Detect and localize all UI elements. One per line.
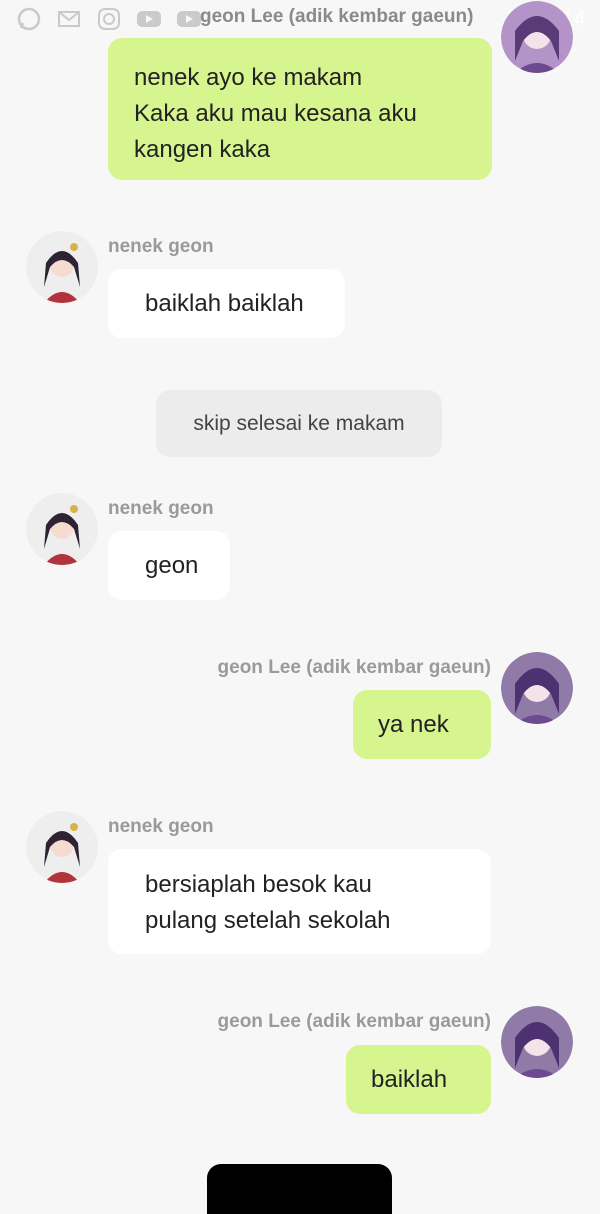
youtube-icon <box>176 6 202 32</box>
message-bubble[interactable]: nenek ayo ke makam Kaka aku mau kesana a… <box>108 38 492 180</box>
sender-name: geon Lee (adik kembar gaeun) <box>217 1011 491 1032</box>
message-line: baiklah baiklah <box>145 290 304 317</box>
message-line: nenek ayo ke makam <box>134 64 363 91</box>
bottom-action-button[interactable] <box>207 1164 392 1214</box>
message-bubble[interactable]: baiklah baiklah <box>108 269 345 338</box>
youtube-icon <box>136 6 162 32</box>
avatar[interactable] <box>501 1 573 73</box>
avatar[interactable] <box>26 811 98 883</box>
message-line: pulang setelah sekolah <box>145 907 391 934</box>
sender-name: nenek geon <box>108 498 214 519</box>
avatar[interactable] <box>501 1006 573 1078</box>
message-bubble[interactable]: bersiaplah besok kau pulang setelah seko… <box>108 849 491 954</box>
sender-name: geon Lee (adik kembar gaeun) <box>217 657 491 678</box>
message-line: Kaka aku mau kesana aku <box>134 100 417 127</box>
message-bubble[interactable]: ya nek <box>353 690 491 759</box>
avatar[interactable] <box>501 652 573 724</box>
narration-text: skip selesai ke makam <box>193 411 405 435</box>
avatar[interactable] <box>26 231 98 303</box>
message-bubble[interactable]: geon <box>108 531 230 600</box>
narration-bubble[interactable]: skip selesai ke makam <box>156 390 442 457</box>
message-line: baiklah <box>371 1066 448 1093</box>
message-bubble[interactable]: baiklah <box>346 1045 491 1114</box>
mail-icon <box>56 6 82 32</box>
message-line: ya nek <box>378 711 449 738</box>
message-line: bersiaplah besok kau <box>145 871 372 898</box>
sender-name: nenek geon <box>108 236 214 257</box>
instagram-icon <box>96 6 122 32</box>
avatar[interactable] <box>26 493 98 565</box>
message-line: kangen kaka <box>134 136 271 163</box>
whatsapp-icon <box>16 6 42 32</box>
sender-name: nenek geon <box>108 816 214 837</box>
header-overlay-name: geon Lee (adik kembar gaeun) <box>200 6 474 27</box>
message-line: geon <box>145 552 199 579</box>
